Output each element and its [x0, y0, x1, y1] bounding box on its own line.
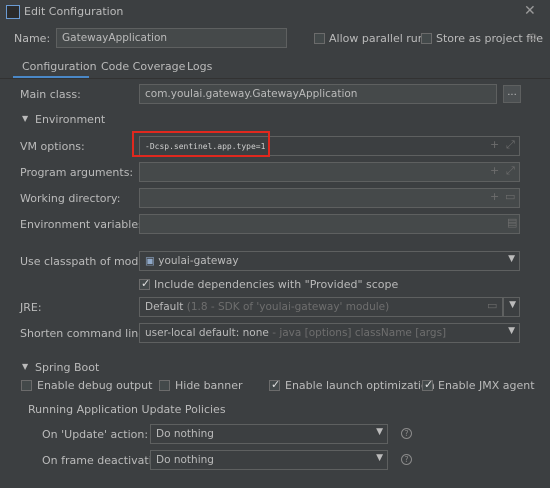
- add-icon[interactable]: +: [490, 138, 499, 151]
- jre-select[interactable]: Default (1.8 - SDK of 'youlai-gateway' m…: [139, 297, 503, 317]
- spring-boot-section-title: Spring Boot: [35, 361, 100, 374]
- jre-default: Default: [145, 301, 184, 313]
- chevron-down-icon: ▼: [376, 427, 383, 437]
- enable-debug-output-label: Enable debug output: [37, 379, 153, 392]
- collapse-spring-boot-icon[interactable]: ▼: [22, 362, 28, 371]
- chevron-down-icon: ▼: [509, 300, 516, 310]
- name-label: Name:: [14, 32, 51, 45]
- tab-divider: [0, 78, 550, 79]
- on-update-value: Do nothing: [156, 428, 214, 440]
- shorten-value: user-local default: none: [145, 327, 269, 339]
- expand-icon[interactable]: ⤢: [506, 164, 515, 178]
- jre-label: JRE:: [20, 301, 42, 314]
- working-directory-label: Working directory:: [20, 192, 121, 205]
- on-update-label: On 'Update' action:: [42, 428, 149, 441]
- jre-detail: (1.8 - SDK of 'youlai-gateway' module): [186, 301, 390, 313]
- store-as-project-file-checkbox[interactable]: [421, 33, 432, 44]
- folder-icon[interactable]: ▭: [505, 190, 515, 203]
- name-field[interactable]: GatewayApplication: [56, 28, 287, 48]
- enable-debug-output-checkbox[interactable]: [21, 380, 32, 391]
- help-icon[interactable]: ?: [401, 454, 412, 465]
- enable-launch-optimization-label: Enable launch optimization: [285, 379, 435, 392]
- jre-dropdown-button[interactable]: ▼: [503, 297, 520, 317]
- store-as-project-file-label: Store as project file: [436, 32, 543, 45]
- environment-variables-label: Environment variables:: [20, 218, 148, 231]
- classpath-module-select[interactable]: ▣ youlai-gateway ▼: [139, 251, 520, 271]
- tab-logs[interactable]: Logs: [187, 60, 212, 73]
- tab-code-coverage[interactable]: Code Coverage: [101, 60, 185, 73]
- shorten-command-line-select[interactable]: user-local default: none - java [options…: [139, 323, 520, 343]
- hide-banner-label: Hide banner: [175, 379, 243, 392]
- tab-configuration[interactable]: Configuration: [22, 60, 97, 73]
- enable-launch-optimization-checkbox[interactable]: ✓: [269, 378, 280, 391]
- window-title: Edit Configuration: [24, 5, 124, 18]
- include-dependencies-label: Include dependencies with "Provided" sco…: [154, 278, 399, 291]
- app-icon: [6, 5, 20, 19]
- main-class-label: Main class:: [20, 88, 81, 101]
- highlight-box: [132, 131, 270, 157]
- allow-parallel-run-checkbox[interactable]: [314, 33, 325, 44]
- browse-main-class-button[interactable]: ...: [503, 85, 521, 103]
- shorten-detail: - java [options] className [args]: [272, 327, 447, 339]
- chevron-down-icon: ▼: [376, 453, 383, 463]
- expand-icon[interactable]: ⤢: [506, 138, 515, 152]
- vm-options-label: VM options:: [20, 140, 85, 153]
- help-icon[interactable]: ?: [401, 428, 412, 439]
- shorten-command-line-label: Shorten command line:: [20, 327, 149, 340]
- add-icon[interactable]: +: [490, 190, 499, 203]
- hide-banner-checkbox[interactable]: [159, 380, 170, 391]
- classpath-value: youlai-gateway: [158, 255, 239, 267]
- main-class-field[interactable]: com.youlai.gateway.GatewayApplication: [139, 84, 497, 104]
- close-icon[interactable]: ✕: [524, 3, 536, 19]
- chevron-down-icon: ▼: [508, 326, 515, 336]
- on-frame-value: Do nothing: [156, 454, 214, 466]
- enable-jmx-agent-label: Enable JMX agent: [438, 379, 535, 392]
- environment-variables-field[interactable]: [139, 214, 520, 234]
- on-update-select[interactable]: Do nothing ▼: [150, 424, 388, 444]
- edit-list-icon[interactable]: ▤: [507, 216, 517, 229]
- include-dependencies-checkbox[interactable]: ✓: [139, 277, 150, 290]
- working-directory-field[interactable]: [139, 188, 520, 208]
- environment-section-title: Environment: [35, 113, 106, 126]
- allow-parallel-run-label: Allow parallel run: [329, 32, 425, 45]
- module-icon: ▣: [145, 255, 155, 267]
- chevron-down-icon: ▼: [508, 254, 515, 264]
- folder-icon[interactable]: ▭: [487, 299, 497, 312]
- collapse-environment-icon[interactable]: ▼: [22, 114, 28, 123]
- update-policies-title: Running Application Update Policies: [28, 403, 226, 416]
- on-frame-deactivation-select[interactable]: Do nothing ▼: [150, 450, 388, 470]
- program-arguments-field[interactable]: [139, 162, 520, 182]
- gear-icon[interactable]: ⚙: [528, 31, 538, 44]
- program-arguments-label: Program arguments:: [20, 166, 134, 179]
- add-icon[interactable]: +: [490, 164, 499, 177]
- enable-jmx-agent-checkbox[interactable]: ✓: [422, 378, 433, 391]
